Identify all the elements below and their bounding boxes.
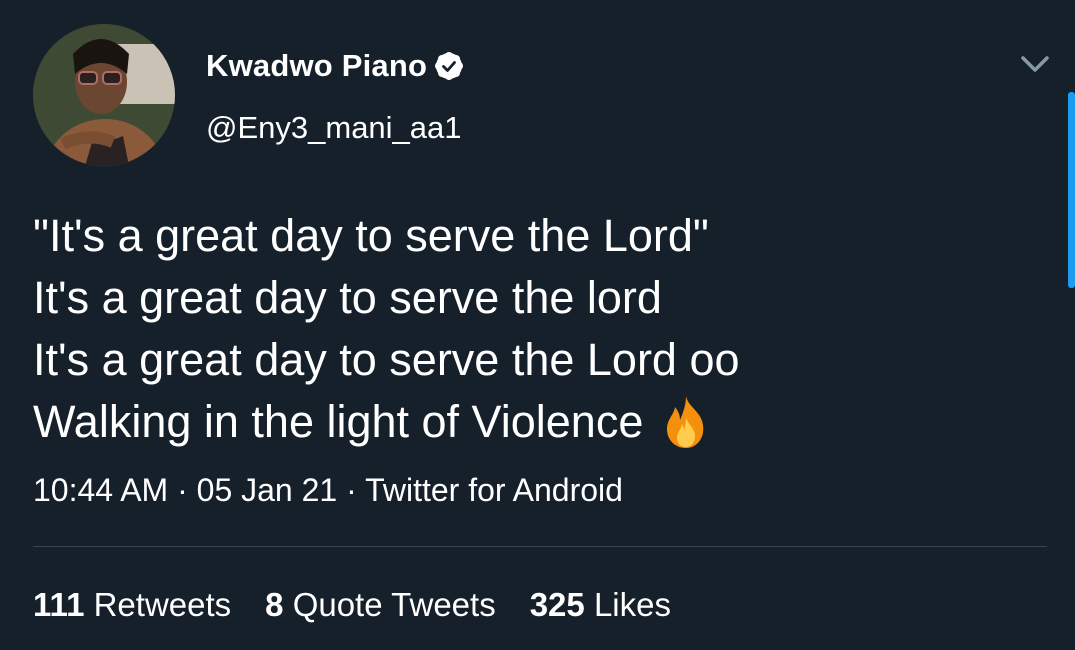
retweets-count: 111 xyxy=(33,586,85,623)
tweet-source[interactable]: Twitter for Android xyxy=(365,472,623,508)
tweet-time[interactable]: 10:44 AM xyxy=(33,472,168,508)
likes-count: 325 xyxy=(529,586,585,623)
divider xyxy=(33,546,1047,547)
tweet-text: "It's a great day to serve the Lord" It'… xyxy=(33,205,1043,453)
tweet-date[interactable]: 05 Jan 21 xyxy=(197,472,338,508)
quotes-stat[interactable]: 8 Quote Tweets xyxy=(265,586,496,624)
tweet-stats: 111 Retweets 8 Quote Tweets 325 Likes xyxy=(33,586,705,624)
likes-label: Likes xyxy=(593,586,671,623)
retweets-label: Retweets xyxy=(93,586,232,623)
tweet-text-line-3: It's a great day to serve the Lord oo xyxy=(33,334,740,385)
meta-separator-2: · xyxy=(337,472,366,508)
display-name[interactable]: Kwadwo Piano xyxy=(206,48,427,84)
verified-badge-icon xyxy=(435,52,464,80)
quotes-count: 8 xyxy=(265,586,284,623)
likes-stat[interactable]: 325 Likes xyxy=(530,586,671,624)
retweets-stat[interactable]: 111 Retweets xyxy=(33,586,231,624)
avatar-image xyxy=(33,24,175,166)
chevron-down-icon[interactable] xyxy=(1018,52,1052,76)
tweet-detail: Kwadwo Piano @Eny3_mani_aa1 "It's a grea… xyxy=(0,0,1075,650)
tweet-meta: 10:44 AM · 05 Jan 21 · Twitter for Andro… xyxy=(33,472,623,509)
author-handle[interactable]: @Eny3_mani_aa1 xyxy=(206,110,462,146)
scroll-indicator xyxy=(1068,92,1075,288)
tweet-text-line-4-row: Walking in the light of Violence xyxy=(33,391,1043,453)
avatar[interactable] xyxy=(33,24,175,166)
meta-separator-1: · xyxy=(168,472,197,508)
tweet-text-line-2: It's a great day to serve the lord xyxy=(33,272,662,323)
fire-icon xyxy=(657,393,715,451)
tweet-text-line-4: Walking in the light of Violence xyxy=(33,396,644,447)
author-name-row[interactable]: Kwadwo Piano xyxy=(206,44,464,88)
tweet-text-line-1: "It's a great day to serve the Lord" xyxy=(33,210,709,261)
quotes-label: Quote Tweets xyxy=(292,586,496,623)
